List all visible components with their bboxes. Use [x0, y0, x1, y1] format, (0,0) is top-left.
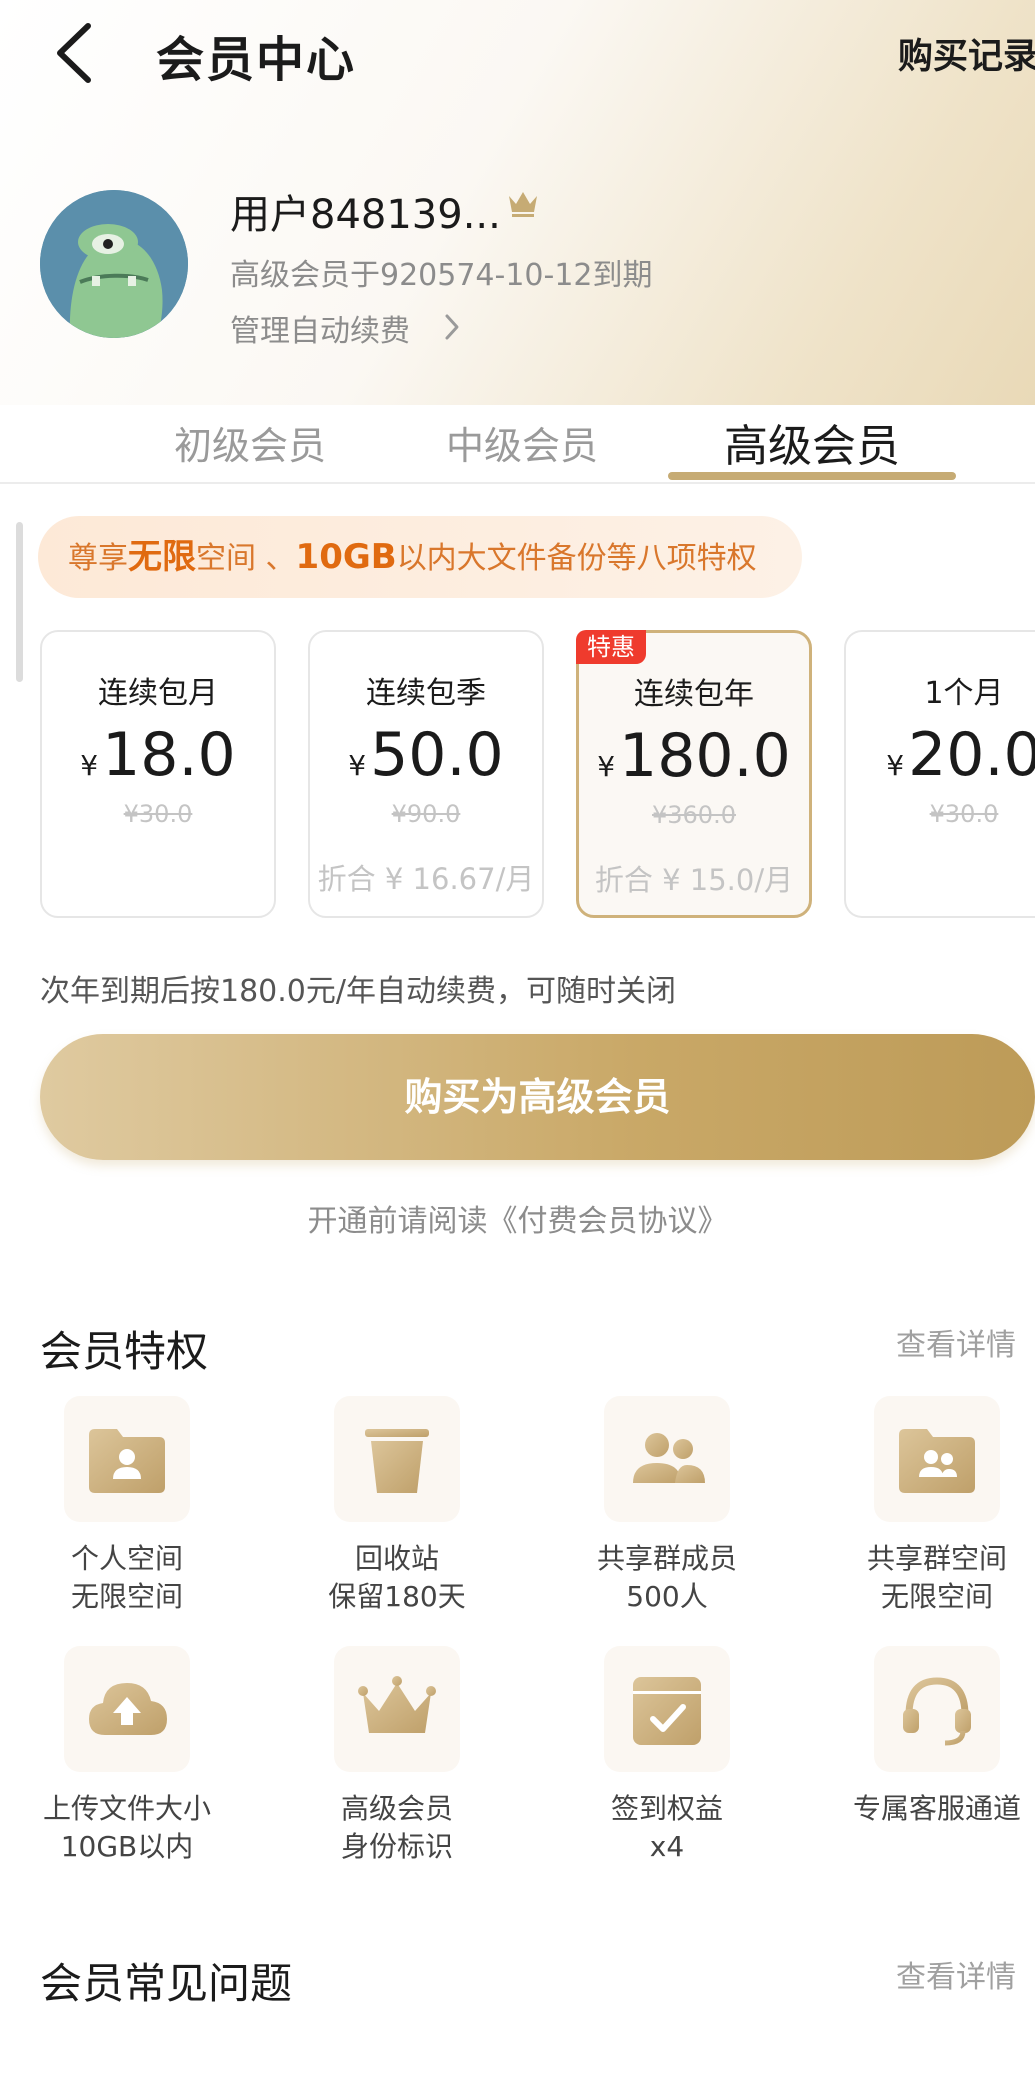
plan-price: ¥50.0 [348, 720, 504, 790]
plan-original-price: ¥360.0 [652, 801, 736, 829]
plan-per-month: 折合 ¥ 15.0/月 [594, 863, 794, 897]
privilege-detail: 10GB以内 [60, 1830, 194, 1863]
plan-name: 连续包年 [634, 677, 754, 712]
plan-price: ¥20.0 [886, 720, 1035, 790]
plan-per-month: 折合 ¥ 16.67/月 [317, 862, 535, 896]
tab-basic-member[interactable]: 初级会员 [150, 415, 350, 470]
faq-title: 会员常见问题 [40, 1959, 293, 2008]
privilege-label: 签到权益 [610, 1792, 723, 1825]
plan-card-monthly[interactable]: 连续包月 ¥18.0 ¥30.0 [40, 630, 276, 918]
privileges-title: 会员特权 [40, 1327, 209, 1376]
plan-card-quarterly[interactable]: 连续包季 ¥50.0 ¥90.0 折合 ¥ 16.67/月 [308, 630, 544, 918]
privilege-label: 专属客服通道 [852, 1792, 1021, 1825]
plan-card-yearly[interactable]: 连续包年 ¥180.0 ¥360.0 折合 ¥ 15.0/月 [576, 630, 812, 918]
cloud-upload-icon [89, 1683, 167, 1735]
plan-name: 1个月 [924, 676, 1004, 711]
privilege-item[interactable]: 共享群成员 500人 [532, 1396, 802, 1616]
privilege-label: 共享群成员 [596, 1542, 737, 1575]
plan-original-price: ¥90.0 [391, 800, 461, 828]
active-tab-indicator [668, 472, 956, 480]
privilege-detail: 500人 [626, 1580, 708, 1613]
page-title: 会员中心 [156, 32, 357, 88]
purchase-records-link[interactable]: 购买记录 [898, 28, 1035, 79]
privilege-label: 个人空间 [70, 1542, 183, 1575]
privileges-see-more[interactable]: 查看详情 [896, 1320, 1016, 1364]
privilege-item[interactable]: 个人空间 无限空间 [0, 1396, 262, 1616]
folder-group-icon [899, 1429, 975, 1493]
privilege-label: 共享群空间 [866, 1542, 1007, 1575]
privilege-detail: 无限空间 [70, 1580, 183, 1613]
crown-icon [506, 188, 540, 218]
plan-price: ¥18.0 [80, 720, 236, 790]
plan-card-one-month[interactable]: 1个月 ¥20.0 ¥30.0 [844, 630, 1035, 918]
tab-divider [0, 482, 1035, 484]
plan-name: 连续包季 [366, 676, 486, 711]
avatar-image [40, 190, 188, 338]
privilege-banner: 尊享无限空间 、10GB以内大文件备份等八项特权 [38, 516, 802, 598]
plan-price: ¥180.0 [597, 721, 791, 791]
username: 用户848139... [230, 192, 501, 238]
privilege-detail: x4 [649, 1830, 685, 1863]
tab-premium-member[interactable]: 高级会员 [692, 410, 932, 474]
membership-agreement-link[interactable]: 开通前请阅读《付费会员协议》 [0, 1196, 1035, 1240]
privilege-label: 高级会员 [340, 1792, 453, 1825]
privilege-detail: 保留180天 [328, 1580, 466, 1613]
plan-original-price: ¥30.0 [123, 800, 193, 828]
group-users-icon [633, 1433, 705, 1483]
auto-renew-note: 次年到期后按180.0元/年自动续费，可随时关闭 [40, 974, 676, 1009]
privilege-item[interactable]: 专属客服通道 [802, 1646, 1035, 1828]
privilege-detail: 无限空间 [880, 1580, 993, 1613]
scrollbar[interactable] [16, 522, 23, 682]
privilege-label: 上传文件大小 [42, 1792, 211, 1825]
privilege-item[interactable]: 回收站 保留180天 [262, 1396, 532, 1616]
crown-icon [358, 1676, 436, 1733]
manage-auto-renew-link[interactable]: 管理自动续费 [230, 306, 410, 350]
calendar-check-icon [633, 1677, 701, 1745]
privilege-item[interactable]: 上传文件大小 10GB以内 [0, 1646, 262, 1866]
chevron-left-icon [57, 23, 91, 83]
privilege-item[interactable]: 高级会员 身份标识 [262, 1646, 532, 1866]
buy-premium-button[interactable]: 购买为高级会员 [40, 1034, 1035, 1160]
privilege-item[interactable]: 共享群空间 无限空间 [802, 1396, 1035, 1616]
special-offer-badge: 特惠 [576, 630, 646, 664]
plan-original-price: ¥30.0 [929, 800, 999, 828]
privilege-item[interactable]: 签到权益 x4 [532, 1646, 802, 1866]
trash-bin-icon [365, 1429, 429, 1493]
tab-intermediate-member[interactable]: 中级会员 [422, 415, 622, 470]
plan-name: 连续包月 [98, 676, 218, 711]
headset-icon [903, 1677, 971, 1746]
back-button[interactable] [48, 18, 108, 88]
avatar[interactable] [40, 190, 188, 338]
folder-user-icon [89, 1429, 165, 1493]
privilege-detail: 身份标识 [340, 1830, 453, 1863]
chevron-right-icon [442, 310, 462, 344]
faq-see-more[interactable]: 查看详情 [896, 1952, 1016, 1996]
privilege-label: 回收站 [354, 1542, 439, 1575]
membership-expire-text: 高级会员于920574-10-12到期 [230, 258, 653, 293]
